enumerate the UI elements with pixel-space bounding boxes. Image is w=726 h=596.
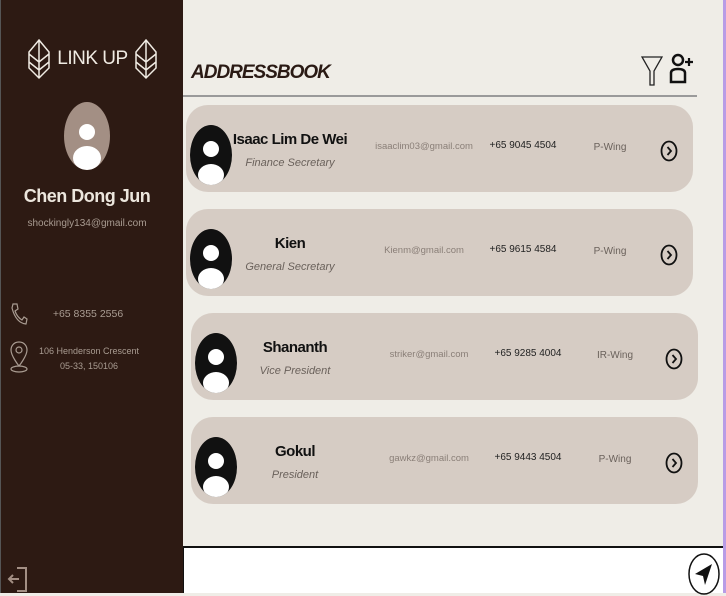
address-line2: 05-33, 150106 [59,361,119,371]
profile-email: shockingly134@gmail.com [27,218,147,229]
contact-name: Kien [274,235,306,252]
contact-card[interactable]: Gokul President gawkz@gmail.com +65 9443… [191,417,698,504]
contact-phone: +65 9443 4504 [494,452,562,463]
contact-card[interactable]: Isaac Lim De Wei Finance Secretary isaac… [186,105,693,192]
contact-phone: +65 9045 4504 [489,140,557,151]
contact-wing: P-Wing [593,142,627,153]
contact-wing: P-Wing [593,246,627,257]
leaf-icon [134,38,157,80]
contact-email: gawkz@gmail.com [389,453,469,464]
address-line1: 106 Henderson Crescent [38,346,140,356]
filter-icon[interactable] [641,55,663,87]
chevron-right-icon[interactable] [660,244,678,266]
contact-wing: P-Wing [598,454,632,465]
logout-icon[interactable] [7,565,29,593]
profile-avatar[interactable] [64,102,110,170]
contact-phone: +65 9615 4584 [489,244,557,255]
message-input[interactable] [183,546,723,596]
leaf-icon [28,38,51,80]
app-name: LINK UP [57,48,128,69]
contact-wing: IR-Wing [596,350,634,361]
contact-name: Isaac Lim De Wei [232,131,348,148]
page-title: ADDRESSBOOK [191,62,331,83]
contact-role: Vice President [259,365,331,377]
contact-email: striker@gmail.com [389,349,469,360]
contact-phone: +65 9285 4004 [494,348,562,359]
sidebar: LINK UP Chen Dong Jun shockingly134@gmai… [0,0,183,593]
contact-email: isaaclim03@gmail.com [375,141,473,152]
contact-name: Gokul [274,443,316,460]
phone-icon [11,303,28,325]
chevron-right-icon[interactable] [660,140,678,162]
chevron-right-icon[interactable] [665,452,683,474]
add-user-icon[interactable] [669,52,695,84]
contact-role: Finance Secretary [245,157,335,169]
profile-name: Chen Dong Jun [23,186,151,206]
profile-address: 106 Henderson Crescent 05-33, 150106 [29,344,149,374]
send-button[interactable] [687,552,721,596]
header-divider [183,95,697,97]
contact-role: President [271,469,319,481]
contact-name: Shananth [262,339,328,356]
contact-card[interactable]: Shananth Vice President striker@gmail.co… [191,313,698,400]
chevron-right-icon[interactable] [665,348,683,370]
logo: LINK UP [1,38,184,80]
main-panel: ADDRESSBOOK Isaac Lim De Wei Finance Sec… [183,0,726,596]
profile-phone: +65 8355 2556 [52,308,124,320]
contact-role: General Secretary [245,261,335,273]
location-pin-icon [10,341,28,373]
contact-email: Kienm@gmail.com [384,245,464,256]
contact-card[interactable]: Kien General Secretary Kienm@gmail.com +… [186,209,693,296]
